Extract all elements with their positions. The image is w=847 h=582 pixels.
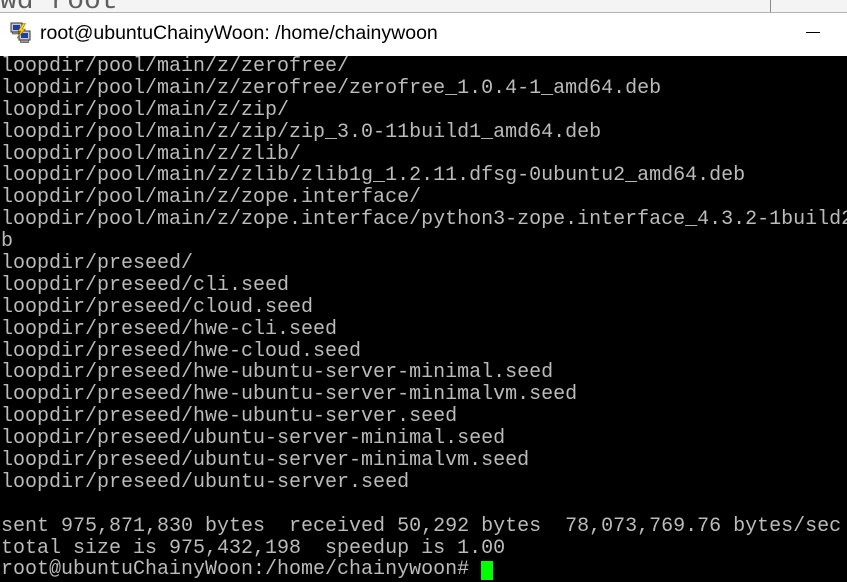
minimize-icon [806, 32, 820, 33]
background-window[interactable]: wd root [0, 0, 847, 12]
terminal-line: loopdir/preseed/hwe-ubuntu-server.seed [1, 406, 458, 429]
shell-prompt: root@ubuntuChainyWoon:/home/chainywoon# [1, 559, 482, 582]
background-window-edge [770, 0, 771, 12]
terminal-cursor [481, 561, 494, 581]
shell-prompt-line[interactable]: root@ubuntuChainyWoon:/home/chainywoon# [0, 559, 847, 581]
terminal-line: loopdir/preseed/ubuntu-server-minimal.se… [1, 428, 506, 451]
terminal-line: loopdir/preseed/hwe-cloud.seed [1, 340, 362, 363]
terminal-line: loopdir/pool/main/z/zope.interface/ [1, 187, 422, 210]
terminal-line: loopdir/preseed/ [1, 253, 194, 275]
terminal-line: loopdir/pool/main/z/zerofree/ [1, 56, 350, 78]
background-window-text: wd root [0, 0, 118, 12]
window-title: root@ubuntuChainyWoon: /home/chainywoon [40, 22, 438, 44]
terminal-line: loopdir/pool/main/z/zlib/zlib1g_1.2.11.d… [1, 165, 746, 188]
terminal-line: loopdir/preseed/hwe-ubuntu-server-minima… [1, 384, 578, 407]
terminal-line: loopdir/pool/main/z/zope.interface/pytho… [1, 209, 847, 232]
terminal-line: loopdir/preseed/ubuntu-server-minimalvm.… [1, 450, 530, 472]
terminal-line: loopdir/pool/main/z/zip/ [1, 99, 290, 122]
terminal-line: total size is 975,432,198 speedup is 1.0… [1, 537, 506, 560]
terminal-line: loopdir/pool/main/z/zlib/ [1, 143, 302, 166]
terminal[interactable]: loopdir/pool/main/z/zerofree/ loopdir/po… [0, 56, 847, 582]
terminal-line: loopdir/preseed/ubuntu-server.seed [1, 471, 410, 494]
terminal-line: sent 975,871,830 bytes received 50,292 b… [1, 515, 842, 538]
terminal-line: b [1, 231, 14, 254]
minimize-button[interactable] [782, 13, 847, 56]
terminal-line: loopdir/preseed/hwe-ubuntu-server-minima… [1, 362, 554, 385]
terminal-line: loopdir/pool/main/z/zip/zip_3.0-11build1… [1, 121, 602, 144]
terminal-line: loopdir/preseed/cli.seed [1, 274, 290, 297]
putty-icon[interactable] [10, 22, 32, 44]
terminal-line: loopdir/pool/main/z/zerofree/zerofree_1.… [1, 77, 662, 100]
terminal-line: loopdir/preseed/cloud.seed [1, 296, 314, 319]
terminal-line: loopdir/preseed/hwe-cli.seed [1, 318, 338, 341]
title-bar[interactable]: root@ubuntuChainyWoon: /home/chainywoon [0, 12, 847, 56]
